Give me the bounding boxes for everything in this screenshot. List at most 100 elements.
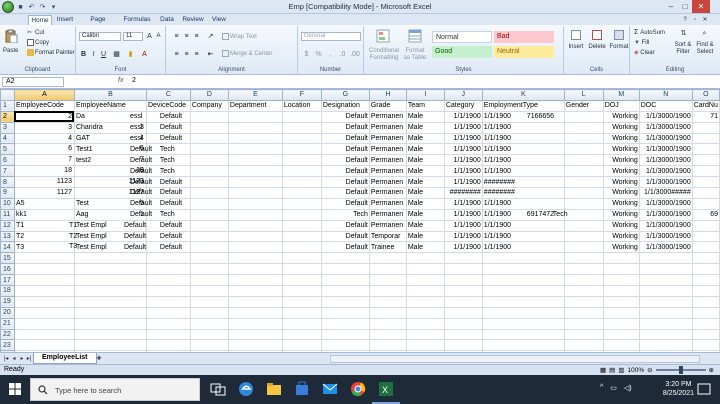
comma-icon[interactable]: , bbox=[326, 50, 335, 59]
cell[interactable] bbox=[281, 328, 322, 341]
grow-font-icon[interactable]: A bbox=[145, 32, 154, 41]
tab-review[interactable]: Review bbox=[181, 15, 205, 25]
doc-cell[interactable]: 1/1/3000##### bbox=[638, 187, 693, 199]
cell[interactable] bbox=[13, 339, 75, 352]
find-select-button[interactable]: Find & Select bbox=[694, 42, 716, 56]
row-header[interactable]: 10 bbox=[0, 197, 15, 210]
cell[interactable] bbox=[638, 295, 693, 308]
merge-center-button[interactable]: Merge & Center bbox=[222, 50, 272, 58]
cell[interactable] bbox=[145, 285, 191, 297]
tray-overflow-icon[interactable]: ^ bbox=[600, 384, 603, 404]
cell[interactable] bbox=[73, 339, 147, 352]
cell-e[interactable] bbox=[227, 197, 283, 210]
tab-formulas[interactable]: Formulas bbox=[122, 15, 152, 25]
cell[interactable] bbox=[227, 295, 283, 308]
column-header[interactable]: J bbox=[443, 89, 483, 101]
cell-f[interactable] bbox=[281, 187, 322, 199]
cell[interactable] bbox=[145, 295, 191, 308]
cell[interactable] bbox=[145, 263, 191, 276]
cell[interactable] bbox=[405, 285, 445, 297]
cell-a[interactable]: 1127 bbox=[13, 187, 75, 199]
doj-cell[interactable]: Working bbox=[602, 132, 640, 145]
increase-decimal-icon[interactable]: .0 bbox=[338, 50, 347, 59]
cell[interactable] bbox=[481, 295, 565, 308]
header-cell[interactable]: Location bbox=[281, 99, 322, 112]
formula-input[interactable]: 2 bbox=[132, 77, 136, 84]
doc-cell[interactable]: 1/1/3000/1900 bbox=[638, 143, 693, 156]
doj-cell[interactable]: Working bbox=[602, 187, 640, 199]
insert-cells-button[interactable]: Insert bbox=[567, 30, 585, 51]
cell[interactable] bbox=[227, 306, 283, 319]
align-bottom-icon[interactable]: ≡ bbox=[192, 32, 201, 41]
taskbar-search[interactable]: Type here to search bbox=[30, 378, 200, 401]
tab-insert[interactable]: Insert bbox=[54, 15, 76, 25]
doj-cell[interactable]: Working bbox=[602, 176, 640, 189]
designation-cell[interactable]: Default bbox=[320, 110, 370, 123]
doc-cell[interactable]: 1/1/3000/1900 bbox=[638, 132, 693, 145]
copy-button[interactable]: Copy bbox=[27, 39, 49, 47]
cell[interactable] bbox=[320, 317, 370, 330]
cardnum-cell[interactable] bbox=[691, 187, 720, 199]
cell[interactable] bbox=[73, 285, 147, 297]
employment-cell[interactable]: 1/1/1900 bbox=[481, 154, 565, 167]
cell-d[interactable]: Default bbox=[160, 219, 229, 232]
cell[interactable] bbox=[281, 252, 322, 265]
employment-cell[interactable]: 1/1/1900 bbox=[481, 241, 565, 254]
employment-cell[interactable]: 1/1/1900 7166656 bbox=[481, 110, 565, 123]
cell-f[interactable] bbox=[281, 110, 322, 123]
cell-d[interactable]: Tech bbox=[160, 208, 229, 221]
sort-filter-button[interactable]: Sort & Filter bbox=[674, 42, 692, 56]
cell[interactable] bbox=[145, 252, 191, 265]
cell[interactable] bbox=[281, 317, 322, 330]
cell-f[interactable] bbox=[281, 176, 322, 189]
cell[interactable] bbox=[13, 295, 75, 308]
cell[interactable] bbox=[691, 328, 720, 341]
style-bad[interactable]: Bad bbox=[494, 31, 554, 43]
network-icon[interactable]: ▭ bbox=[610, 384, 617, 404]
cell[interactable] bbox=[563, 252, 604, 265]
doj-cell[interactable]: Working bbox=[602, 230, 640, 243]
restore-icon[interactable]: ▫ bbox=[690, 15, 700, 25]
doc-cell[interactable]: 1/1/3000/1900 bbox=[638, 230, 693, 243]
doj-cell[interactable]: Working bbox=[602, 143, 640, 156]
cell[interactable] bbox=[691, 274, 720, 287]
cell-d[interactable]: Default bbox=[160, 187, 229, 199]
column-header[interactable]: L bbox=[563, 89, 604, 101]
cell[interactable] bbox=[443, 339, 483, 352]
cell[interactable] bbox=[443, 252, 483, 265]
grade-cell[interactable]: Permanen bbox=[368, 110, 407, 123]
font-size-dropdown[interactable]: 11 bbox=[123, 32, 143, 41]
team-cell[interactable]: Male bbox=[405, 132, 445, 145]
grade-cell[interactable]: Permanen bbox=[368, 154, 407, 167]
style-normal[interactable]: Normal bbox=[432, 31, 492, 43]
cell[interactable] bbox=[13, 252, 75, 265]
cell-e[interactable] bbox=[227, 110, 283, 123]
cell-e[interactable] bbox=[227, 132, 283, 145]
grade-cell[interactable]: Permanen bbox=[368, 176, 407, 189]
column-header[interactable]: E bbox=[227, 89, 283, 101]
team-cell[interactable]: Male bbox=[405, 208, 445, 221]
cell[interactable] bbox=[13, 306, 75, 319]
cell[interactable] bbox=[481, 285, 565, 297]
cell-a[interactable]: 7 bbox=[13, 154, 75, 167]
cell[interactable] bbox=[638, 339, 693, 352]
horizontal-scrollbar[interactable] bbox=[330, 355, 700, 363]
employment-cell[interactable]: 1/1/1900 bbox=[481, 230, 565, 243]
orientation-icon[interactable]: ↗ bbox=[206, 32, 215, 41]
employment-cell[interactable]: 1/1/1900 bbox=[481, 121, 565, 134]
cell[interactable] bbox=[405, 263, 445, 276]
doj-cell[interactable]: Working bbox=[602, 208, 640, 221]
cardnum-cell[interactable] bbox=[691, 132, 720, 145]
gender-cell[interactable] bbox=[563, 110, 604, 123]
designation-cell[interactable]: Default bbox=[320, 132, 370, 145]
row-header[interactable]: 1 bbox=[0, 99, 15, 112]
row-header[interactable]: 14 bbox=[0, 241, 15, 254]
cell-b[interactable]: Test Empl T1 bbox=[69, 219, 147, 232]
header-cell[interactable]: Grade bbox=[368, 99, 407, 112]
grade-cell[interactable]: Permanen bbox=[368, 197, 407, 210]
cell-d[interactable]: Default bbox=[160, 176, 229, 189]
close-icon[interactable]: ✕ bbox=[692, 0, 710, 13]
cell-d[interactable]: Default bbox=[160, 110, 229, 123]
column-header[interactable]: D bbox=[189, 89, 229, 101]
cell[interactable] bbox=[145, 274, 191, 287]
